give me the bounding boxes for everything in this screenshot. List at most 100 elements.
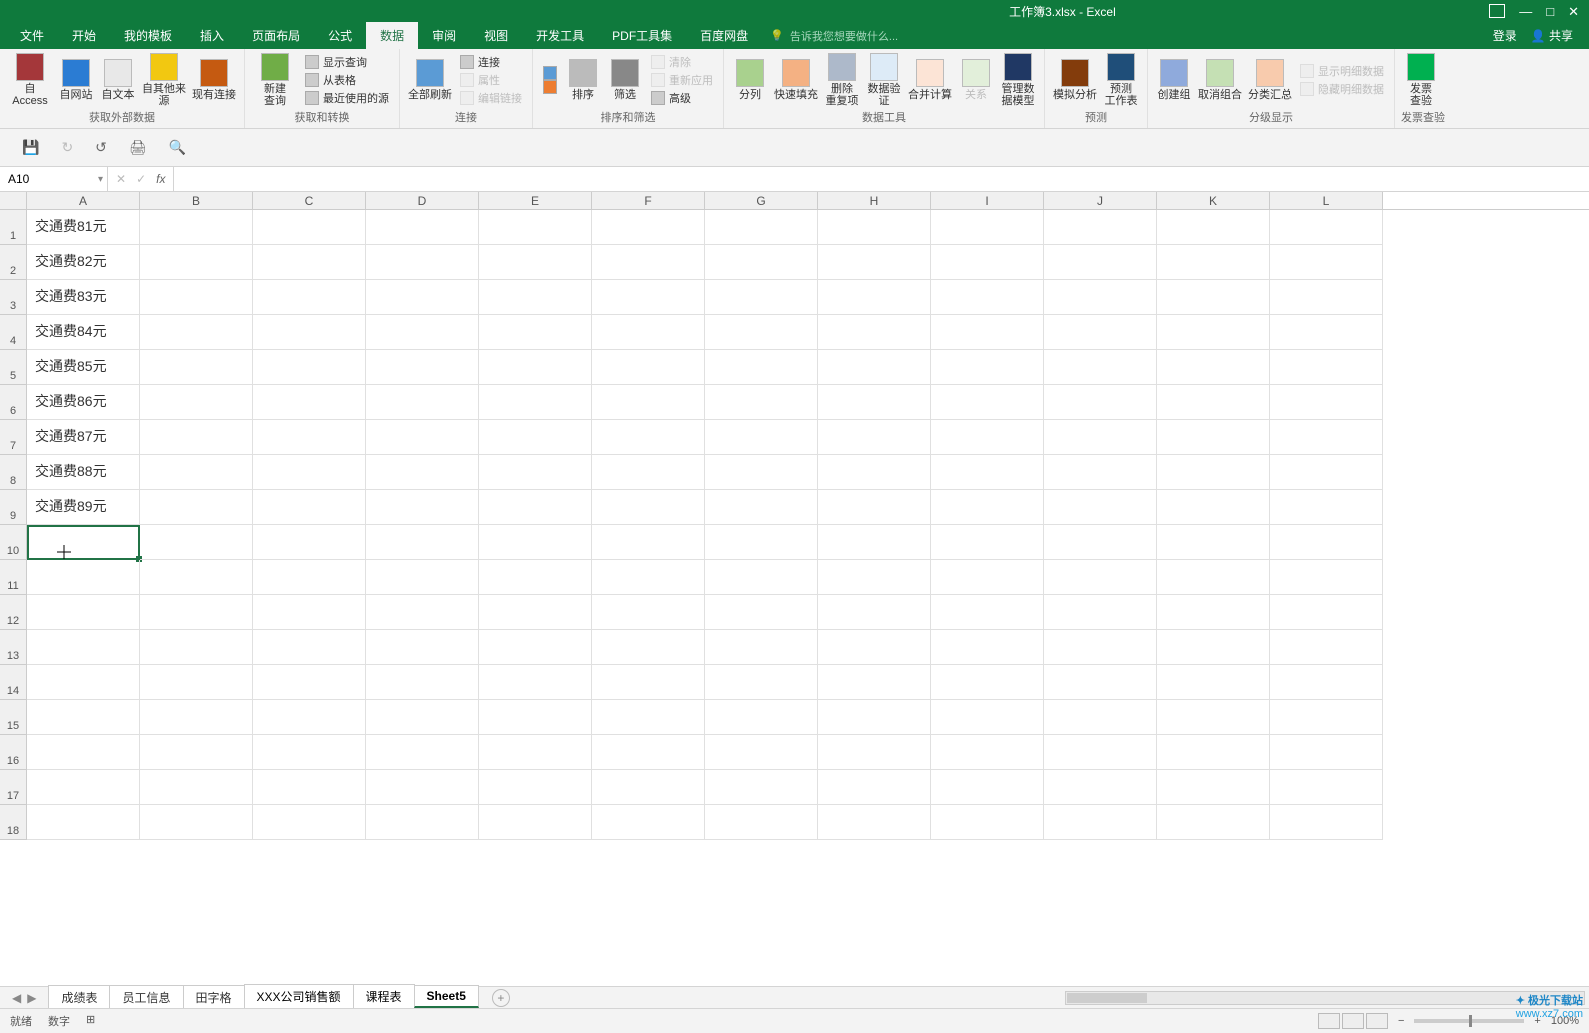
cell-K13[interactable] bbox=[1157, 630, 1270, 665]
cell-C2[interactable] bbox=[253, 245, 366, 280]
cell-I16[interactable] bbox=[931, 735, 1044, 770]
consolidate-button[interactable]: 合并计算 bbox=[906, 59, 954, 101]
cell-E6[interactable] bbox=[479, 385, 592, 420]
from-web-button[interactable]: 自网站 bbox=[56, 59, 96, 101]
cell-F12[interactable] bbox=[592, 595, 705, 630]
cell-E15[interactable] bbox=[479, 700, 592, 735]
cell-F15[interactable] bbox=[592, 700, 705, 735]
cell-G17[interactable] bbox=[705, 770, 818, 805]
cell-A4[interactable]: 交通费84元 bbox=[27, 315, 140, 350]
cell-L15[interactable] bbox=[1270, 700, 1383, 735]
zoom-out-button[interactable]: − bbox=[1398, 1015, 1404, 1027]
cell-C8[interactable] bbox=[253, 455, 366, 490]
row-header-2[interactable]: 2 bbox=[0, 245, 27, 280]
fx-button[interactable]: fx bbox=[156, 172, 165, 186]
cell-J3[interactable] bbox=[1044, 280, 1157, 315]
cell-I17[interactable] bbox=[931, 770, 1044, 805]
cell-F13[interactable] bbox=[592, 630, 705, 665]
cell-A3[interactable]: 交通费83元 bbox=[27, 280, 140, 315]
cell-A14[interactable] bbox=[27, 665, 140, 700]
tab-home[interactable]: 开始 bbox=[58, 22, 110, 49]
filter-button[interactable]: 筛选 bbox=[605, 59, 645, 101]
cell-B14[interactable] bbox=[140, 665, 253, 700]
cell-F9[interactable] bbox=[592, 490, 705, 525]
cell-F11[interactable] bbox=[592, 560, 705, 595]
cell-G6[interactable] bbox=[705, 385, 818, 420]
minimize-button[interactable]: — bbox=[1519, 5, 1532, 18]
row-header-6[interactable]: 6 bbox=[0, 385, 27, 420]
cell-B8[interactable] bbox=[140, 455, 253, 490]
sheet-tab-0[interactable]: 成绩表 bbox=[48, 985, 110, 1009]
cell-B7[interactable] bbox=[140, 420, 253, 455]
cell-I6[interactable] bbox=[931, 385, 1044, 420]
cell-J14[interactable] bbox=[1044, 665, 1157, 700]
select-all-corner[interactable] bbox=[0, 192, 27, 209]
cell-C14[interactable] bbox=[253, 665, 366, 700]
cell-K11[interactable] bbox=[1157, 560, 1270, 595]
col-header-H[interactable]: H bbox=[818, 192, 931, 209]
col-header-I[interactable]: I bbox=[931, 192, 1044, 209]
sheet-tab-3[interactable]: XXX公司销售额 bbox=[244, 984, 354, 1010]
group-button[interactable]: 创建组 bbox=[1154, 59, 1194, 101]
row-header-1[interactable]: 1 bbox=[0, 210, 27, 245]
cell-A5[interactable]: 交通费85元 bbox=[27, 350, 140, 385]
from-access-button[interactable]: 自 Access bbox=[6, 53, 54, 107]
cell-D1[interactable] bbox=[366, 210, 479, 245]
zoom-slider[interactable] bbox=[1414, 1019, 1524, 1023]
sort-desc-button[interactable] bbox=[543, 80, 557, 94]
cell-B10[interactable] bbox=[140, 525, 253, 560]
from-text-button[interactable]: 自文本 bbox=[98, 59, 138, 101]
cell-C12[interactable] bbox=[253, 595, 366, 630]
cell-L4[interactable] bbox=[1270, 315, 1383, 350]
row-header-10[interactable]: 10 bbox=[0, 525, 27, 560]
cell-H11[interactable] bbox=[818, 560, 931, 595]
forecast-button[interactable]: 预测 工作表 bbox=[1101, 53, 1141, 107]
cell-A9[interactable]: 交通费89元 bbox=[27, 490, 140, 525]
cell-K18[interactable] bbox=[1157, 805, 1270, 840]
cell-C9[interactable] bbox=[253, 490, 366, 525]
cell-A17[interactable] bbox=[27, 770, 140, 805]
cell-F7[interactable] bbox=[592, 420, 705, 455]
cell-B5[interactable] bbox=[140, 350, 253, 385]
cell-C17[interactable] bbox=[253, 770, 366, 805]
cell-I15[interactable] bbox=[931, 700, 1044, 735]
tab-data[interactable]: 数据 bbox=[366, 22, 418, 49]
cell-I1[interactable] bbox=[931, 210, 1044, 245]
existing-conn-button[interactable]: 现有连接 bbox=[190, 59, 238, 101]
col-header-D[interactable]: D bbox=[366, 192, 479, 209]
view-normal-button[interactable] bbox=[1318, 1013, 1340, 1029]
from-table-button[interactable]: 从表格 bbox=[305, 72, 389, 88]
cell-H15[interactable] bbox=[818, 700, 931, 735]
row-header-15[interactable]: 15 bbox=[0, 700, 27, 735]
cell-E4[interactable] bbox=[479, 315, 592, 350]
col-header-J[interactable]: J bbox=[1044, 192, 1157, 209]
cell-D3[interactable] bbox=[366, 280, 479, 315]
text-to-columns-button[interactable]: 分列 bbox=[730, 59, 770, 101]
sheet-tab-4[interactable]: 课程表 bbox=[353, 984, 415, 1010]
cell-F10[interactable] bbox=[592, 525, 705, 560]
cell-G1[interactable] bbox=[705, 210, 818, 245]
row-header-4[interactable]: 4 bbox=[0, 315, 27, 350]
cell-A15[interactable] bbox=[27, 700, 140, 735]
cell-A10[interactable] bbox=[27, 525, 140, 560]
cell-L11[interactable] bbox=[1270, 560, 1383, 595]
cell-F2[interactable] bbox=[592, 245, 705, 280]
cell-A12[interactable] bbox=[27, 595, 140, 630]
cell-L18[interactable] bbox=[1270, 805, 1383, 840]
cell-B6[interactable] bbox=[140, 385, 253, 420]
cell-D18[interactable] bbox=[366, 805, 479, 840]
cell-F5[interactable] bbox=[592, 350, 705, 385]
cell-B3[interactable] bbox=[140, 280, 253, 315]
undo-button[interactable]: ↺ bbox=[95, 139, 107, 156]
name-box[interactable]: A10▾ bbox=[0, 167, 108, 191]
cell-L7[interactable] bbox=[1270, 420, 1383, 455]
tab-file[interactable]: 文件 bbox=[6, 22, 58, 49]
cell-I8[interactable] bbox=[931, 455, 1044, 490]
cell-B17[interactable] bbox=[140, 770, 253, 805]
row-header-9[interactable]: 9 bbox=[0, 490, 27, 525]
row-header-17[interactable]: 17 bbox=[0, 770, 27, 805]
cell-J1[interactable] bbox=[1044, 210, 1157, 245]
cell-C3[interactable] bbox=[253, 280, 366, 315]
cell-C4[interactable] bbox=[253, 315, 366, 350]
cell-H10[interactable] bbox=[818, 525, 931, 560]
